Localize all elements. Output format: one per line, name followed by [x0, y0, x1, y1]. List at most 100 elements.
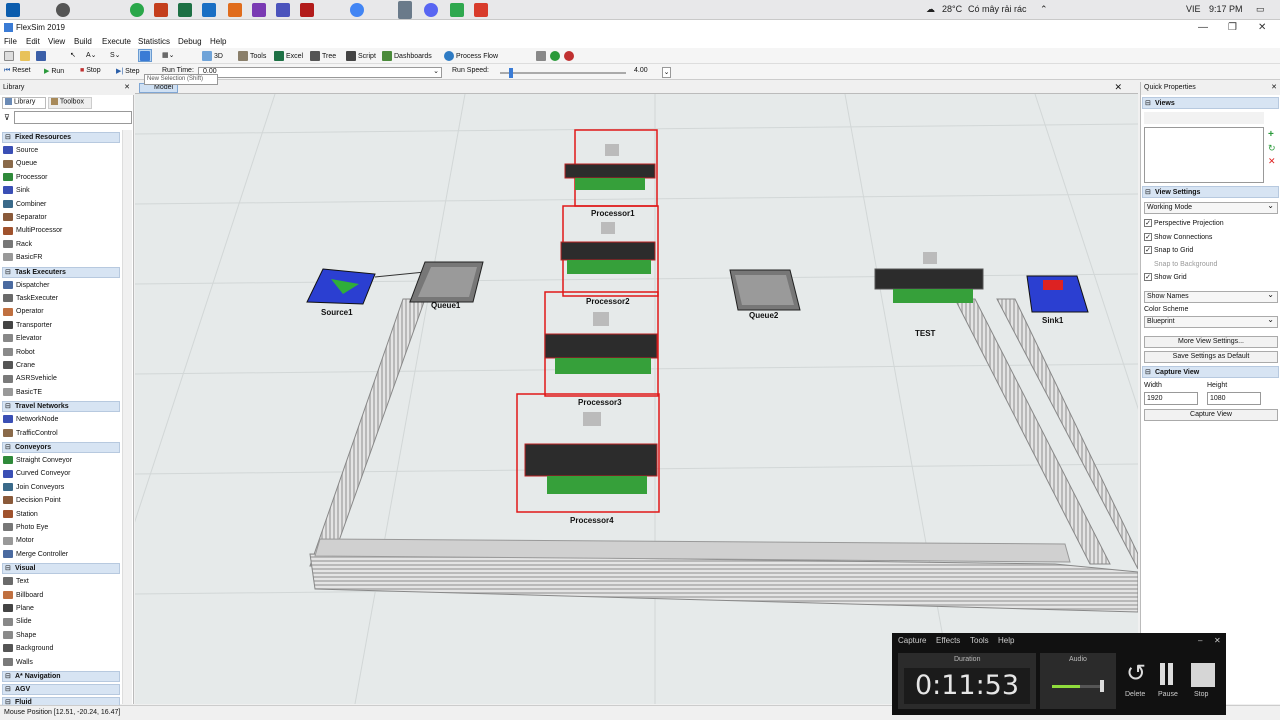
- chrome-icon[interactable]: [350, 3, 364, 17]
- stop-button[interactable]: ■ Stop: [80, 67, 101, 74]
- stop-icon[interactable]: [1191, 663, 1215, 687]
- library-item-networknode[interactable]: NetworkNode: [3, 414, 58, 426]
- script-button[interactable]: Script: [346, 51, 376, 61]
- run-time-field[interactable]: 0.00 ⌄: [198, 67, 442, 78]
- windows-start-icon[interactable]: [6, 3, 20, 17]
- library-category-fixed-resources[interactable]: Fixed Resources: [2, 132, 120, 143]
- processor3-object[interactable]: [544, 291, 659, 397]
- app-icon[interactable]: [474, 3, 488, 17]
- capture-menu-capture[interactable]: Capture: [898, 636, 926, 645]
- open-icon[interactable]: [20, 51, 32, 61]
- library-filter-input[interactable]: [14, 111, 132, 124]
- capture-menu-help[interactable]: Help: [998, 636, 1014, 645]
- views-input[interactable]: [1144, 112, 1264, 124]
- library-item-merge-controller[interactable]: Merge Controller: [3, 549, 68, 561]
- close-icon[interactable]: ✕: [1271, 83, 1277, 91]
- library-item-transporter[interactable]: Transporter: [3, 320, 52, 332]
- library-item-station[interactable]: Station: [3, 509, 38, 521]
- grid-icon[interactable]: [536, 51, 548, 61]
- close-icon[interactable]: ✕: [1258, 22, 1266, 33]
- more-view-settings-button[interactable]: More View Settings...: [1144, 336, 1278, 348]
- library-item-motor[interactable]: Motor: [3, 535, 34, 547]
- library-item-combiner[interactable]: Combiner: [3, 199, 46, 211]
- onenote-icon[interactable]: [252, 3, 266, 17]
- library-item-decision-point[interactable]: Decision Point: [3, 495, 61, 507]
- library-item-taskexecuter[interactable]: TaskExecuter: [3, 293, 58, 305]
- chrome-icon[interactable]: [130, 3, 144, 17]
- app-icon[interactable]: [300, 3, 314, 17]
- maximize-icon[interactable]: ❐: [1228, 22, 1237, 33]
- reset-button[interactable]: ⏮ Reset: [4, 67, 31, 75]
- process-flow-button[interactable]: Process Flow: [444, 51, 498, 61]
- close-icon[interactable]: ✕: [1214, 636, 1221, 645]
- views-section[interactable]: Views: [1142, 97, 1279, 109]
- library-item-crane[interactable]: Crane: [3, 360, 35, 372]
- select-pointer-icon[interactable]: ↖: [70, 51, 76, 59]
- excel-button[interactable]: Excel: [274, 51, 303, 61]
- library-item-basicte[interactable]: BasicTE: [3, 387, 42, 399]
- capture-view-section[interactable]: Capture View: [1142, 366, 1279, 378]
- library-category-visual[interactable]: Visual: [2, 563, 120, 575]
- menu-edit[interactable]: Edit: [26, 37, 40, 46]
- save-settings-default-button[interactable]: Save Settings as Default: [1144, 351, 1278, 363]
- tools-button[interactable]: Tools: [238, 51, 266, 61]
- checkbox-snap-to-background[interactable]: Snap to Background: [1144, 260, 1217, 268]
- library-item-text[interactable]: Text: [3, 576, 29, 588]
- library-item-basicfr[interactable]: BasicFR: [3, 252, 42, 264]
- notifications-icon[interactable]: ▭: [1256, 4, 1265, 15]
- stop-sign-icon[interactable]: [564, 51, 576, 61]
- close-icon[interactable]: ✕: [1114, 82, 1122, 93]
- library-category-task-executers[interactable]: Task Executers: [2, 266, 120, 278]
- view-settings-section[interactable]: View Settings: [1142, 186, 1279, 198]
- new-icon[interactable]: [4, 51, 16, 61]
- test-processor-object[interactable]: [874, 252, 984, 303]
- model-view[interactable]: Model ✕ Source1 Queue1 Queue2 Processor1…: [135, 82, 1138, 704]
- library-item-slide[interactable]: Slide: [3, 616, 32, 628]
- library-item-sink[interactable]: Sink: [3, 185, 30, 197]
- menu-statistics[interactable]: Statistics: [138, 37, 170, 46]
- 3d-view-button[interactable]: 3D: [202, 51, 223, 61]
- new-selection-button[interactable]: [138, 49, 152, 62]
- library-item-source[interactable]: Source: [3, 145, 38, 157]
- app-icon[interactable]: [228, 3, 242, 17]
- library-item-separator[interactable]: Separator: [3, 212, 47, 224]
- processor1-object[interactable]: [564, 129, 658, 207]
- library-item-dispatcher[interactable]: Dispatcher: [3, 280, 49, 292]
- library-item-join-conveyors[interactable]: Join Conveyors: [3, 482, 64, 494]
- language-indicator[interactable]: VIE: [1186, 4, 1201, 14]
- help-icon[interactable]: [550, 51, 562, 61]
- menu-help[interactable]: Help: [210, 37, 226, 46]
- library-category-a-navigation[interactable]: A* Navigation: [2, 671, 120, 682]
- library-item-robot[interactable]: Robot: [3, 347, 35, 359]
- tab-toolbox[interactable]: Toolbox: [48, 97, 92, 109]
- library-item-asrsvehicle[interactable]: ASRSvehicle: [3, 373, 57, 385]
- tab-library[interactable]: Library: [2, 97, 46, 109]
- capture-menu-tools[interactable]: Tools: [970, 636, 989, 645]
- library-category-travel-networks[interactable]: Travel Networks: [2, 401, 120, 413]
- library-item-billboard[interactable]: Billboard: [3, 590, 43, 602]
- run-speed-thumb[interactable]: [508, 68, 513, 78]
- delete-view-icon[interactable]: ✕: [1268, 156, 1276, 167]
- checkbox-perspective-projection[interactable]: ✓ Perspective Projection: [1144, 219, 1224, 227]
- search-icon[interactable]: [56, 3, 70, 17]
- close-icon[interactable]: ✕: [124, 83, 130, 91]
- conveyor-left[interactable]: [309, 298, 426, 567]
- powerpoint-icon[interactable]: [154, 3, 168, 17]
- library-scrollbar[interactable]: [122, 130, 132, 704]
- show-names-dropdown[interactable]: Show Names: [1144, 290, 1278, 303]
- library-item-rack[interactable]: Rack: [3, 239, 32, 251]
- library-category-conveyors[interactable]: Conveyors: [2, 442, 120, 453]
- teams-icon[interactable]: [276, 3, 290, 17]
- run-speed-dropdown[interactable]: ⌄: [662, 67, 671, 78]
- refresh-icon[interactable]: ↻: [1268, 143, 1276, 154]
- width-input[interactable]: 1920: [1144, 392, 1198, 405]
- flexsim-taskbar-icon[interactable]: [398, 1, 412, 19]
- library-item-trafficcontrol[interactable]: TrafficControl: [3, 428, 58, 440]
- conveyor-right-outer[interactable]: [996, 298, 1138, 570]
- library-item-background[interactable]: Background: [3, 643, 53, 655]
- audio-slider-thumb[interactable]: [1100, 680, 1104, 692]
- menu-debug[interactable]: Debug: [178, 37, 202, 46]
- library-item-operator[interactable]: Operator: [3, 306, 44, 318]
- pause-icon-bar[interactable]: [1160, 663, 1165, 685]
- library-category-agv[interactable]: AGV: [2, 684, 120, 695]
